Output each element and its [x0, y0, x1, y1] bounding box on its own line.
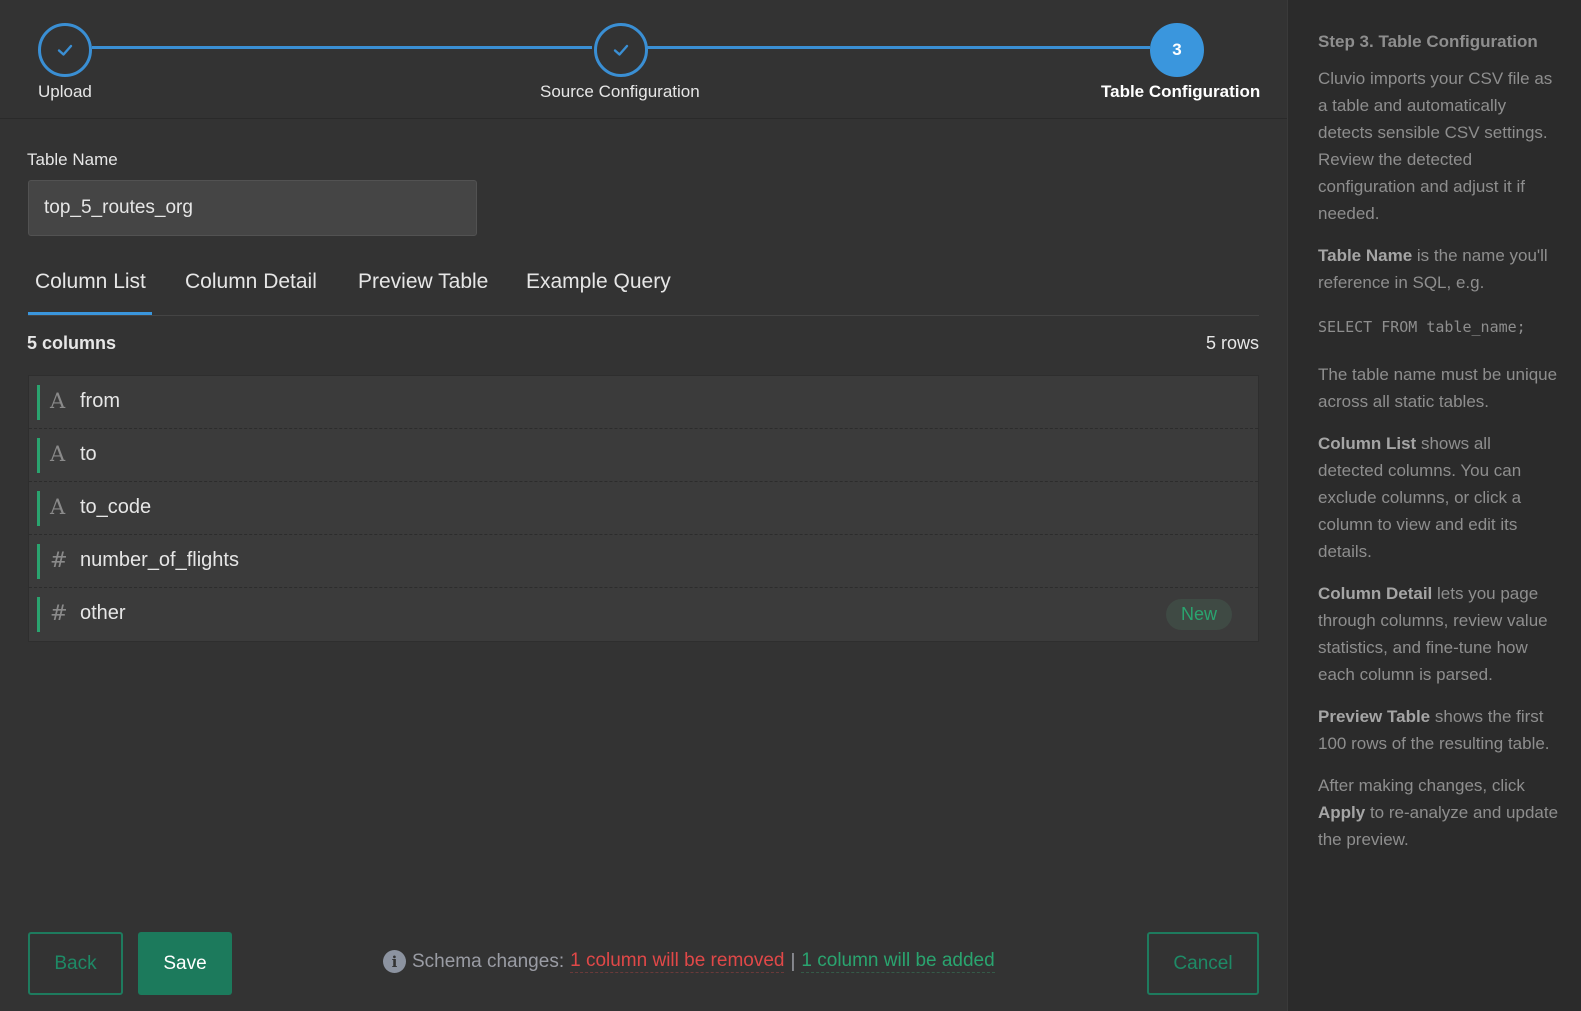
- column-row-other[interactable]: # other New: [29, 588, 1258, 641]
- number-type-icon: #: [50, 601, 68, 625]
- column-list-desc: shows all detected columns. You can excl…: [1318, 434, 1522, 561]
- table-name-input[interactable]: [28, 180, 477, 236]
- sidebar-table-name-help: Table Name is the name you'll reference …: [1318, 242, 1559, 296]
- schema-added-link[interactable]: 1 column will be added: [801, 950, 995, 973]
- step-upload-label: Upload: [38, 82, 92, 101]
- step-connector: [92, 46, 592, 49]
- schema-removed-link[interactable]: 1 column will be removed: [570, 950, 785, 973]
- column-row-to[interactable]: A to: [29, 429, 1258, 482]
- text-type-icon: A: [50, 442, 66, 466]
- column-name: number_of_flights: [80, 549, 239, 571]
- new-badge: New: [1165, 599, 1232, 630]
- sidebar-column-detail-help: Column Detail lets you page through colu…: [1318, 580, 1559, 688]
- step-number: 3: [1172, 40, 1182, 59]
- column-list: A from A to A to_code # number_of_flight…: [28, 375, 1259, 642]
- column-row-to-code[interactable]: A to_code: [29, 482, 1258, 535]
- term-table-name: Table Name: [1318, 246, 1413, 265]
- schema-changes: i Schema changes: 1 column will be remov…: [383, 950, 995, 973]
- tab-preview-table[interactable]: Preview Table: [358, 270, 488, 294]
- step-source-label: Source Configuration: [540, 82, 700, 101]
- apply-prefix: After making changes, click: [1318, 776, 1525, 795]
- column-row-from[interactable]: A from: [29, 376, 1258, 429]
- schema-separator: |: [790, 950, 796, 972]
- include-indicator: [37, 491, 40, 526]
- active-tab-indicator: [28, 312, 152, 315]
- text-type-icon: A: [50, 389, 66, 413]
- step-table-label: Table Configuration: [1101, 82, 1261, 101]
- number-type-icon: #: [50, 548, 68, 572]
- include-indicator: [37, 597, 40, 632]
- column-name: from: [80, 390, 120, 412]
- term-column-list: Column List: [1318, 434, 1417, 453]
- save-button[interactable]: Save: [138, 932, 232, 995]
- step-connector: [647, 46, 1150, 49]
- sidebar-title: Step 3. Table Configuration: [1318, 32, 1538, 51]
- check-icon: [613, 44, 629, 56]
- info-icon: i: [383, 950, 406, 973]
- back-button[interactable]: Back: [28, 932, 123, 995]
- text-type-icon: A: [50, 495, 66, 519]
- stepper: Upload Source Configuration 3 Table Conf…: [0, 0, 1287, 119]
- step-table-circle[interactable]: 3: [1150, 23, 1204, 77]
- table-name-label: Table Name: [27, 150, 118, 169]
- help-sidebar: Step 3. Table Configuration Cluvio impor…: [1287, 0, 1581, 1011]
- tab-example-query[interactable]: Example Query: [526, 270, 671, 294]
- column-count: 5 columns: [27, 333, 117, 353]
- sidebar-unique-note: The table name must be unique across all…: [1318, 365, 1558, 411]
- term-column-detail: Column Detail: [1318, 584, 1433, 603]
- term-apply: Apply: [1318, 803, 1366, 822]
- tab-column-list[interactable]: Column List: [35, 270, 146, 294]
- sidebar-preview-help: Preview Table shows the first 100 rows o…: [1318, 703, 1559, 757]
- tab-column-detail[interactable]: Column Detail: [185, 270, 317, 294]
- include-indicator: [37, 385, 40, 420]
- term-preview-table: Preview Table: [1318, 707, 1431, 726]
- step-source-circle[interactable]: [594, 23, 648, 77]
- cancel-button[interactable]: Cancel: [1147, 932, 1259, 995]
- include-indicator: [37, 438, 40, 473]
- sidebar-column-list-help: Column List shows all detected columns. …: [1318, 430, 1559, 565]
- sql-example: SELECT FROM table_name;: [1318, 318, 1526, 336]
- include-indicator: [37, 544, 40, 579]
- sidebar-apply-help: After making changes, click Apply to re-…: [1318, 772, 1559, 853]
- column-name: other: [80, 602, 126, 624]
- column-name: to: [80, 443, 97, 465]
- check-icon: [57, 44, 73, 56]
- step-upload-circle[interactable]: [38, 23, 92, 77]
- column-row-number-of-flights[interactable]: # number_of_flights: [29, 535, 1258, 588]
- tab-bar: Column List Column Detail Preview Table …: [28, 258, 1259, 316]
- schema-prefix: Schema changes:: [412, 950, 565, 972]
- column-name: to_code: [80, 496, 152, 518]
- main-panel: Upload Source Configuration 3 Table Conf…: [0, 0, 1287, 1011]
- row-count: 5 rows: [1205, 333, 1259, 353]
- sidebar-intro: Cluvio imports your CSV file as a table …: [1318, 69, 1553, 223]
